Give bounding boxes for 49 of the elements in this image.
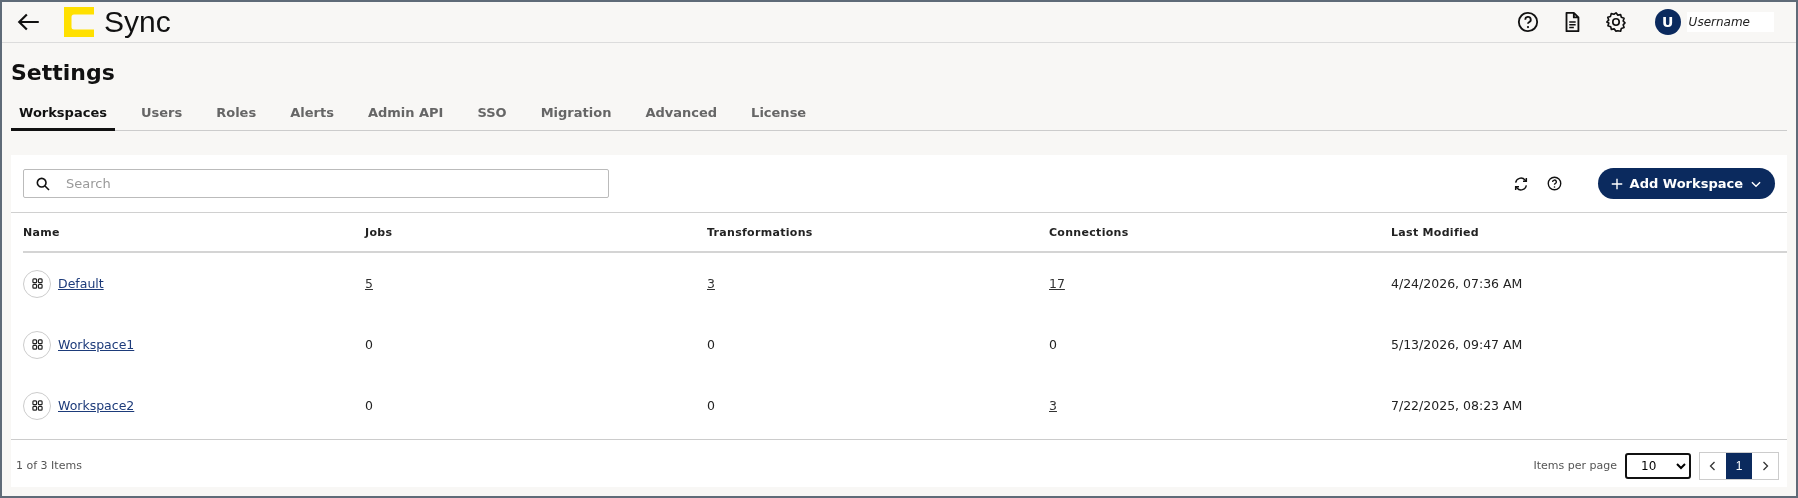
grid-icon [31,278,43,289]
logo-text: Sync [104,5,171,39]
table-cell: 0 [365,398,373,413]
tab[interactable]: Workspaces [11,105,115,131]
table-cell: 0 [707,398,715,413]
column-header: Connections [1049,213,1391,253]
user-name: Username [1686,12,1774,32]
tab[interactable]: SSO [469,105,515,131]
page-button[interactable]: 1 [1726,452,1752,479]
workspace-link[interactable]: Workspace1 [58,337,135,352]
help-icon[interactable] [1546,176,1562,191]
tab[interactable]: License [743,105,815,131]
tab[interactable]: Users [132,105,191,131]
tab[interactable]: Alerts [282,105,342,131]
tab[interactable]: Migration [532,105,620,131]
workspace-link[interactable]: Default [58,276,104,291]
column-header: Jobs [365,213,707,253]
page-size-select[interactable]: 10 [1625,452,1691,479]
search-icon [35,176,51,192]
table-cell: 5/13/2026, 09:47 AM [1391,337,1523,352]
column-header: Name [23,213,365,253]
tab[interactable]: Admin API [359,105,452,131]
items-per-page-label: Items per page [1533,459,1617,472]
table-cell: 4/24/2026, 07:36 AM [1391,276,1523,291]
workspace-link[interactable]: Workspace2 [58,398,135,413]
plus-icon [1609,176,1624,191]
table-cell: 0 [1049,337,1057,352]
tab[interactable]: Advanced [637,105,726,131]
table-cell: 0 [365,337,373,352]
column-header: Transformations [707,213,1049,253]
grid-icon [31,400,43,411]
table-cell: 7/22/2025, 08:23 AM [1391,398,1523,413]
add-workspace-button[interactable]: Add Workspace [1597,168,1775,199]
count-link[interactable]: 17 [1049,276,1065,291]
count-link[interactable]: 5 [365,276,373,291]
count-link[interactable]: 3 [1049,398,1057,413]
refresh-icon[interactable] [1512,175,1529,192]
user-avatar[interactable]: U [1654,9,1681,35]
grid-icon [31,339,43,350]
page-title: Settings [11,59,116,85]
item-count: 1 of 3 Items [16,459,82,472]
help-icon[interactable] [1516,11,1539,33]
logo-icon [64,7,94,37]
column-header: Last Modified [1391,213,1787,253]
table-cell: 0 [707,337,715,352]
tab[interactable]: Roles [208,105,265,131]
count-link[interactable]: 3 [707,276,715,291]
search-field[interactable]: Search [23,169,609,198]
settings-icon[interactable] [1604,11,1627,33]
